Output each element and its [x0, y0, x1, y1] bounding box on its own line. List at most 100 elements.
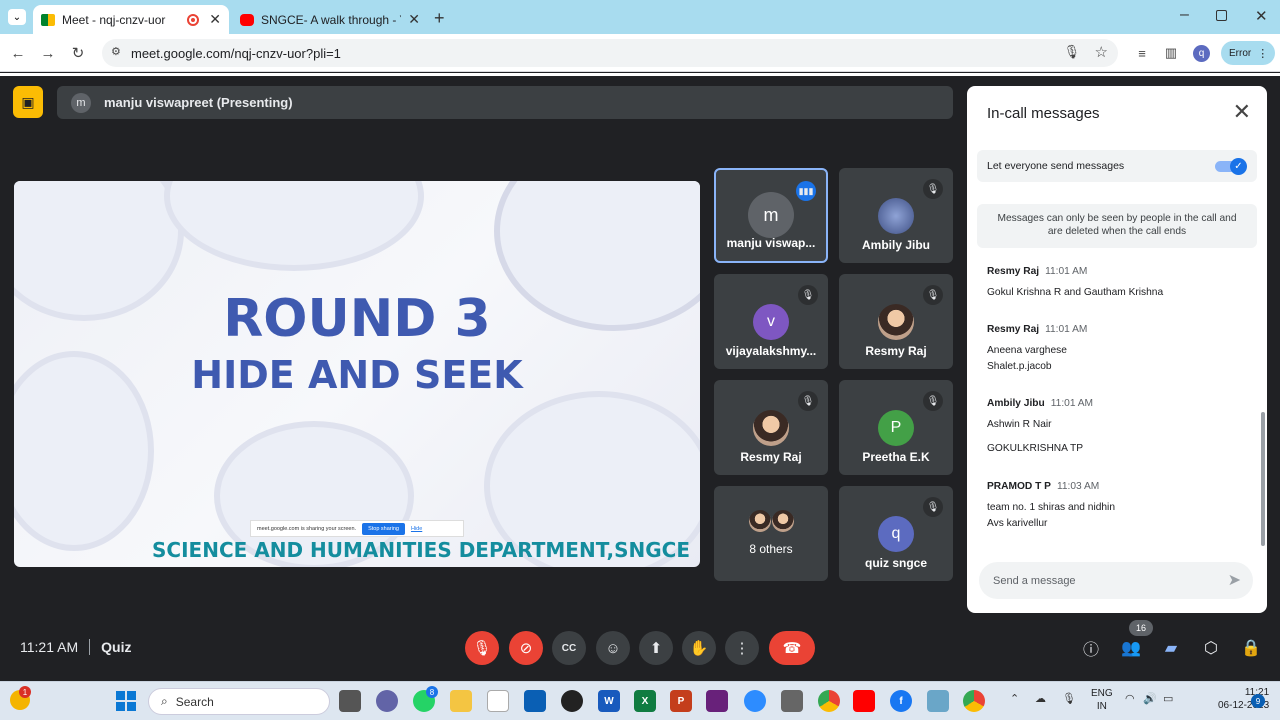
close-tab-icon[interactable]: ✕ — [408, 11, 420, 28]
message-sender: Ambily Jibu — [987, 398, 1045, 409]
microphone-tray-icon[interactable]: 🎙 — [1062, 692, 1076, 705]
participant-tile[interactable]: 🎙 Ambily Jibu — [839, 168, 953, 263]
close-icon[interactable]: ✕ — [1233, 100, 1251, 124]
others-tile[interactable]: 8 others — [714, 486, 828, 581]
start-menu-icon[interactable] — [116, 691, 136, 711]
facebook-icon[interactable]: f — [890, 690, 912, 712]
battery-icon[interactable]: ▭ — [1163, 692, 1173, 705]
participant-tile[interactable]: 🎙 Resmy Raj — [839, 274, 953, 369]
mic-off-button[interactable]: 🎙 — [465, 631, 499, 665]
youtube-icon[interactable] — [853, 690, 875, 712]
people-icon[interactable]: 👥 — [1120, 637, 1142, 659]
media-controls-icon[interactable]: ≡ — [1130, 41, 1154, 65]
notepad-icon[interactable] — [487, 690, 509, 712]
forward-arrow-icon[interactable]: → — [36, 41, 60, 65]
powerpoint-icon[interactable]: P — [670, 690, 692, 712]
store-icon[interactable] — [524, 690, 546, 712]
profile-avatar[interactable]: q — [1193, 45, 1210, 62]
language-indicator[interactable]: ENG IN — [1091, 687, 1113, 713]
participant-name: quiz sngce — [864, 556, 927, 570]
allow-messages-row: Let everyone send messages ✓ — [977, 150, 1257, 182]
others-count: 8 others — [749, 542, 793, 556]
host-controls-icon[interactable]: 🔒 — [1240, 637, 1262, 659]
microphone-icon[interactable]: 🎙 — [1063, 44, 1080, 60]
tab-youtube-title: SNGCE- A walk through - YouTu — [261, 12, 401, 27]
stop-sharing-button[interactable]: Stop sharing — [362, 522, 405, 535]
present-screen-button[interactable]: ⬆ — [639, 631, 673, 665]
meeting-details-icon[interactable]: ⓘ — [1080, 637, 1102, 659]
separator — [89, 639, 91, 655]
browser-tab-bar: ⌄ Meet - nqj-cnzv-uor ✕ SNGCE- A walk th… — [0, 0, 1280, 34]
participant-avatar — [878, 198, 914, 234]
new-tab-button[interactable]: + — [434, 8, 445, 29]
back-arrow-icon[interactable]: ← — [6, 41, 30, 65]
stop-presenting-icon[interactable]: ▣ — [13, 86, 43, 118]
share-notice-text: meet.google.com is sharing your screen. — [257, 525, 357, 532]
close-tab-icon[interactable]: ✕ — [209, 11, 221, 28]
volume-icon[interactable]: 🔊 — [1143, 692, 1157, 705]
message-input[interactable]: Send a message ➤ — [979, 562, 1253, 599]
maximize-icon[interactable] — [1216, 10, 1227, 21]
teams-chat-icon[interactable] — [376, 690, 398, 712]
activities-icon[interactable]: ⬡ — [1200, 637, 1222, 659]
chat-panel: In-call messages ✕ Let everyone send mes… — [967, 86, 1267, 613]
more-options-button[interactable]: ⋮ — [725, 631, 759, 665]
chat-scrollbar[interactable] — [1261, 412, 1265, 546]
participant-tile[interactable]: 🎙 Resmy Raj — [714, 380, 828, 475]
side-panel-icon[interactable]: ▥ — [1159, 41, 1183, 65]
leave-call-button[interactable]: ☎ — [769, 631, 815, 665]
mic-off-icon: 🎙 — [923, 391, 943, 411]
message-text: Aneena varghese — [987, 345, 1067, 356]
hide-link[interactable]: Hide — [411, 526, 422, 532]
file-explorer-icon[interactable] — [450, 690, 472, 712]
dell-icon[interactable] — [561, 690, 583, 712]
participant-avatar: P — [878, 410, 914, 446]
wifi-icon[interactable]: ◠ — [1125, 692, 1135, 705]
mic-off-icon: 🎙 — [798, 391, 818, 411]
taskbar-search[interactable]: ⌕ Search — [148, 688, 330, 715]
tab-meet[interactable]: Meet - nqj-cnzv-uor ✕ — [33, 5, 229, 34]
chrome-icon[interactable] — [818, 690, 840, 712]
visual-studio-icon[interactable] — [706, 690, 728, 712]
allow-messages-toggle[interactable]: ✓ — [1215, 158, 1247, 175]
send-icon[interactable]: ➤ — [1228, 570, 1241, 590]
zoom-icon[interactable] — [744, 690, 766, 712]
task-view-icon[interactable] — [339, 690, 361, 712]
message-text: Shalet.p.jacob — [987, 361, 1052, 372]
chat-message: Resmy Raj 11:01 AM Aneena varghese Shalet… — [987, 324, 1087, 375]
weather-badge: 1 — [19, 686, 31, 698]
error-button[interactable]: Error ⋮ — [1221, 41, 1275, 65]
show-hidden-icons[interactable]: ⌃ — [1010, 692, 1019, 705]
captions-button[interactable]: CC — [552, 631, 586, 665]
notification-badge[interactable]: 9 — [1251, 694, 1265, 708]
participant-tile[interactable]: m ▮▮▮ manju viswap... — [714, 168, 828, 263]
participant-tile[interactable]: P 🎙 Preetha E.K — [839, 380, 953, 475]
camera-icon[interactable] — [781, 690, 803, 712]
bookmark-star-icon[interactable]: ☆ — [1095, 43, 1108, 61]
slide-title: ROUND 3 — [223, 289, 491, 349]
tab-list-chevron-icon[interactable]: ⌄ — [8, 9, 26, 25]
onedrive-icon[interactable]: ☁ — [1035, 692, 1046, 705]
camera-off-button[interactable]: ⊘ — [509, 631, 543, 665]
tab-youtube[interactable]: SNGCE- A walk through - YouTu ✕ — [232, 5, 428, 34]
minimize-icon[interactable]: – — [1180, 6, 1189, 24]
word-icon[interactable]: W — [598, 690, 620, 712]
close-window-icon[interactable]: ✕ — [1255, 7, 1268, 25]
participant-tile[interactable]: v 🎙 vijayalakshmy... — [714, 274, 828, 369]
participant-tile[interactable]: q 🎙 quiz sngce — [839, 486, 953, 581]
site-settings-icon[interactable]: ⚙ — [111, 45, 121, 58]
participant-avatar — [753, 410, 789, 446]
region-code: IN — [1096, 701, 1107, 712]
chrome-active-icon[interactable] — [963, 690, 985, 712]
chat-icon[interactable]: ▰ — [1160, 637, 1182, 659]
raise-hand-button[interactable]: ✋ — [682, 631, 716, 665]
app-icon[interactable] — [927, 690, 949, 712]
reload-icon[interactable]: ↻ — [66, 41, 90, 65]
meeting-info: 11:21 AM Quiz — [20, 639, 131, 655]
excel-icon[interactable]: X — [634, 690, 656, 712]
emoji-button[interactable]: ☺ — [596, 631, 630, 665]
youtube-icon — [240, 13, 254, 26]
participant-avatar: q — [878, 516, 914, 552]
whatsapp-badge: 8 — [426, 686, 438, 698]
address-bar[interactable]: ⚙ meet.google.com/nqj-cnzv-uor?pli=1 🎙 ☆ — [102, 39, 1118, 67]
